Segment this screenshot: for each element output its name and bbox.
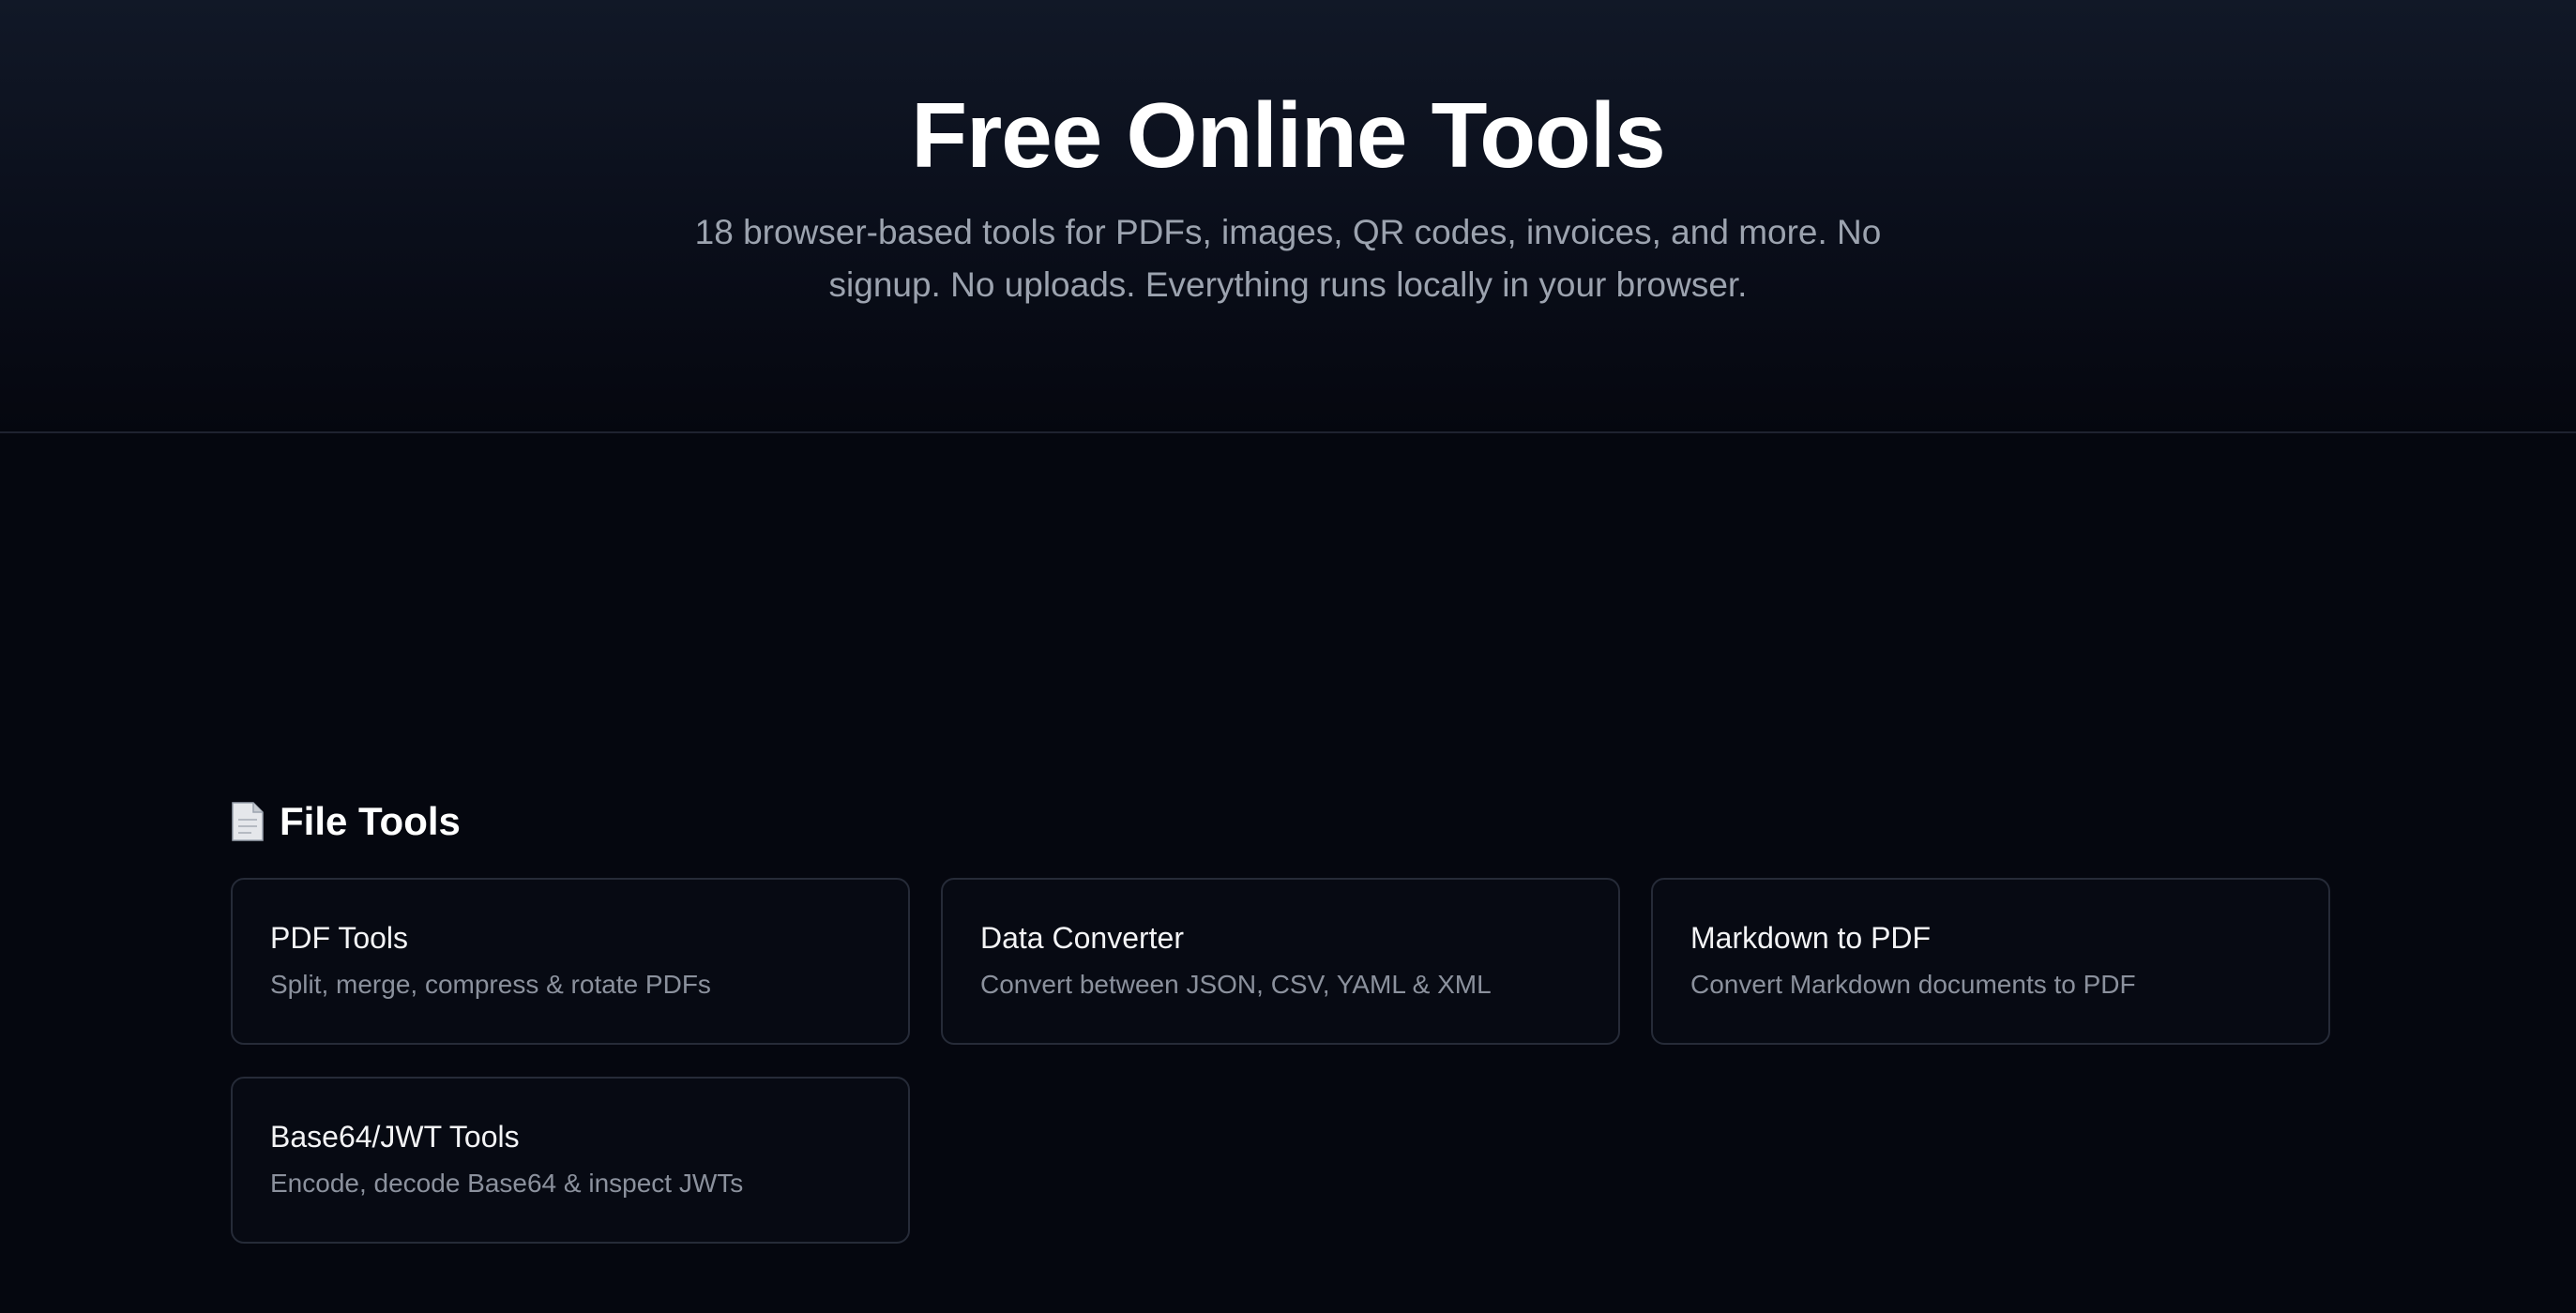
hero-section: Free Online Tools 18 browser-based tools… [0, 0, 2576, 433]
card-title: Markdown to PDF [1690, 921, 1932, 955]
section-title: File Tools [280, 799, 461, 843]
section-heading-file-tools: File Tools [231, 795, 461, 848]
card-description: Convert between JSON, CSV, YAML & XML [980, 970, 1492, 999]
card-description: Split, merge, compress & rotate PDFs [270, 970, 711, 999]
tool-card-pdf-tools[interactable]: PDF Tools Split, merge, compress & rotat… [231, 878, 910, 1045]
card-description: Convert Markdown documents to PDF [1690, 970, 2136, 999]
card-description: Encode, decode Base64 & inspect JWTs [270, 1169, 744, 1198]
tool-card-base64-jwt-tools[interactable]: Base64/JWT Tools Encode, decode Base64 &… [231, 1077, 910, 1244]
page: Free Online Tools 18 browser-based tools… [0, 0, 2576, 1313]
page-title: Free Online Tools [911, 83, 1665, 187]
document-icon [232, 802, 264, 841]
card-title: PDF Tools [270, 921, 409, 955]
tool-card-markdown-to-pdf[interactable]: Markdown to PDF Convert Markdown documen… [1651, 878, 2330, 1045]
card-title: Base64/JWT Tools [270, 1120, 520, 1154]
page-subtitle: 18 browser-based tools for PDFs, images,… [694, 213, 1882, 304]
card-title: Data Converter [980, 921, 1184, 955]
tool-card-data-converter[interactable]: Data Converter Convert between JSON, CSV… [941, 878, 1620, 1045]
